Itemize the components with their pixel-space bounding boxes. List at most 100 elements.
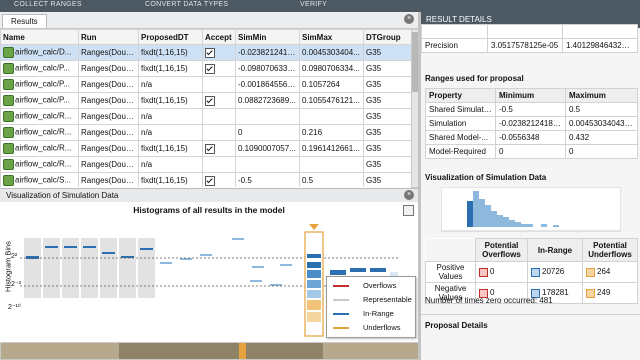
ranges-row: Simulation -0.02382124187... 0.00453034043…	[425, 116, 638, 131]
cell-dtgroup-text: G35	[366, 112, 382, 121]
toolstrip-section-convert[interactable]: CONVERT DATA TYPES	[145, 1, 228, 8]
swatch-icon	[479, 267, 488, 277]
cell-proposed-dt: fixdt(1,16,15)	[138, 172, 203, 187]
cell-proposed-dt-text: n/a	[141, 160, 153, 169]
stats-value: 249	[597, 288, 611, 298]
viz-section-title: Visualization of Simulation Data	[425, 173, 547, 182]
cell-simmax: 0.5	[299, 172, 364, 187]
cell-dtgroup: G35	[363, 156, 411, 173]
accept-checkbox[interactable]	[205, 47, 215, 58]
cell-name: airflow_calc/R...	[0, 156, 79, 173]
column-header[interactable]: Run	[78, 29, 139, 45]
cell-run: Ranges(Double)	[78, 140, 139, 157]
cell-proposed-dt-text: n/a	[141, 80, 153, 89]
cell-accept	[202, 172, 236, 187]
cell-simmax: 0.1961412661...	[299, 140, 364, 157]
close-icon[interactable]: ×	[404, 190, 414, 200]
cell-name-text: airflow_calc/S...	[15, 175, 72, 185]
precision-min: 3.0517578125e-05	[487, 38, 563, 53]
stats-table: Potential Overflows In-Range Potential U…	[425, 238, 638, 304]
ranges-cell: Simulation	[425, 116, 496, 131]
cell-proposed-dt-text: fixdt(1,16,15)	[141, 48, 188, 57]
cell-proposed-dt-text: fixdt(1,16,15)	[141, 64, 188, 73]
proposal-section-title: Proposal Details	[425, 321, 488, 330]
ranges-column-header: Maximum	[565, 88, 638, 103]
table-row[interactable]: airflow_calc/S... Ranges(Double) fixdt(1,1…	[0, 172, 411, 187]
tab-visualization[interactable]: Visualization of Simulation Data	[6, 191, 118, 200]
stats-cell-underflows: 249	[582, 282, 638, 304]
cell-run: Ranges(Double)	[78, 76, 139, 93]
cell-dtgroup-text: G35	[366, 48, 382, 57]
toolstrip-section-verify[interactable]: VERIFY	[300, 1, 327, 8]
table-row[interactable]: airflow_calc/R... Ranges(Double) n/a G35	[0, 156, 411, 173]
result-icon	[3, 63, 14, 74]
cell-name: airflow_calc/R...	[0, 140, 79, 157]
cell-simmax: 0.1057264	[299, 76, 364, 93]
ytick-label: 2⁻¹⁰	[8, 304, 21, 311]
ranges-row: Shared Simulation... -0.5 0.5	[425, 102, 638, 117]
ranges-cell: 0	[565, 144, 638, 159]
column-header[interactable]: SimMin	[235, 29, 300, 45]
cell-proposed-dt: n/a	[138, 156, 203, 173]
cell-accept	[202, 108, 236, 125]
cell-simmax-text: 0.0980706334...	[302, 64, 360, 73]
accept-checkbox[interactable]	[205, 95, 215, 106]
ranges-cell: -0.0556348	[495, 130, 566, 145]
close-icon[interactable]: ×	[404, 14, 414, 24]
column-header[interactable]: Name	[0, 29, 79, 45]
cell-dtgroup-text: G35	[366, 80, 382, 89]
cell-run: Ranges(Double)	[78, 92, 139, 109]
column-header[interactable]: Accept	[202, 29, 236, 45]
cell-proposed-dt: fixdt(1,16,15)	[138, 140, 203, 157]
stats-cell-inrange: 20726	[527, 261, 583, 283]
cell-dtgroup: G35	[363, 92, 411, 109]
cell-simmin	[235, 156, 300, 173]
cell-run-text: Ranges(Double)	[81, 64, 139, 73]
result-details-panel: Precision 3.0517578125e-05 1.40129846432…	[421, 24, 640, 360]
cell-name-text: airflow_calc/P...	[15, 79, 70, 89]
cell-proposed-dt-text: fixdt(1,16,15)	[141, 144, 188, 153]
accept-checkbox[interactable]	[205, 143, 215, 154]
swatch-icon	[586, 288, 595, 298]
legend-inrange: In-Range	[363, 309, 394, 318]
accept-checkbox[interactable]	[205, 63, 215, 74]
cell-simmin-text: 0	[238, 128, 243, 137]
cell-run-text: Ranges(Double)	[81, 48, 139, 57]
cell-proposed-dt-text: n/a	[141, 112, 153, 121]
table-row[interactable]: airflow_calc/R... Ranges(Double) fixdt(1,1…	[0, 140, 411, 157]
accept-checkbox[interactable]	[205, 175, 215, 186]
cell-dtgroup: G35	[363, 140, 411, 157]
table-row[interactable]: airflow_calc/R... Ranges(Double) n/a G35	[0, 108, 411, 125]
cell-simmin: 0	[235, 124, 300, 141]
zero-count: Number of times zero occurred: 481	[425, 296, 553, 305]
cell-proposed-dt: n/a	[138, 108, 203, 125]
table-row[interactable]: airflow_calc/D... Ranges(Double) fixdt(1,1…	[0, 44, 411, 61]
ranges-section-title: Ranges used for proposal	[425, 74, 524, 83]
cell-simmin: -0.0238212418...	[235, 44, 300, 61]
stats-col-overflows: Potential Overflows	[475, 238, 528, 262]
cell-name: airflow_calc/P...	[0, 92, 79, 109]
column-header[interactable]: SimMax	[299, 29, 364, 45]
settings-icon[interactable]	[403, 205, 414, 216]
table-row[interactable]: airflow_calc/P... Ranges(Double) fixdt(1,1…	[0, 92, 411, 109]
cell-simmax	[299, 108, 364, 125]
result-icon	[3, 79, 14, 90]
tab-results[interactable]: Results	[2, 14, 47, 28]
precision-max: 1.40129846432481	[562, 38, 638, 53]
table-row[interactable]: airflow_calc/R... Ranges(Double) n/a 0 0.216…	[0, 124, 411, 141]
cell-simmax: 0.216	[299, 124, 364, 141]
cell-simmax	[299, 156, 364, 173]
cell-run-text: Ranges(Double)	[81, 176, 139, 185]
stats-col-inrange: In-Range	[527, 238, 583, 262]
table-row[interactable]: airflow_calc/P... Ranges(Double) fixdt(1,1…	[0, 60, 411, 77]
stats-row: Positive Values 0 20726 264	[425, 261, 638, 283]
cell-dtgroup: G35	[363, 44, 411, 61]
cell-dtgroup: G35	[363, 76, 411, 93]
toolstrip-section-collect[interactable]: COLLECT RANGES	[14, 1, 82, 8]
column-header[interactable]: DTGroup	[363, 29, 411, 45]
histogram-overview-scrollbar[interactable]	[0, 342, 420, 360]
table-row[interactable]: airflow_calc/P... Ranges(Double) n/a -0.001…	[0, 76, 411, 93]
column-header[interactable]: ProposedDT	[138, 29, 203, 45]
toolstrip: COLLECT RANGES CONVERT DATA TYPES VERIFY	[0, 0, 640, 12]
cell-name-text: airflow_calc/D...	[15, 47, 72, 57]
